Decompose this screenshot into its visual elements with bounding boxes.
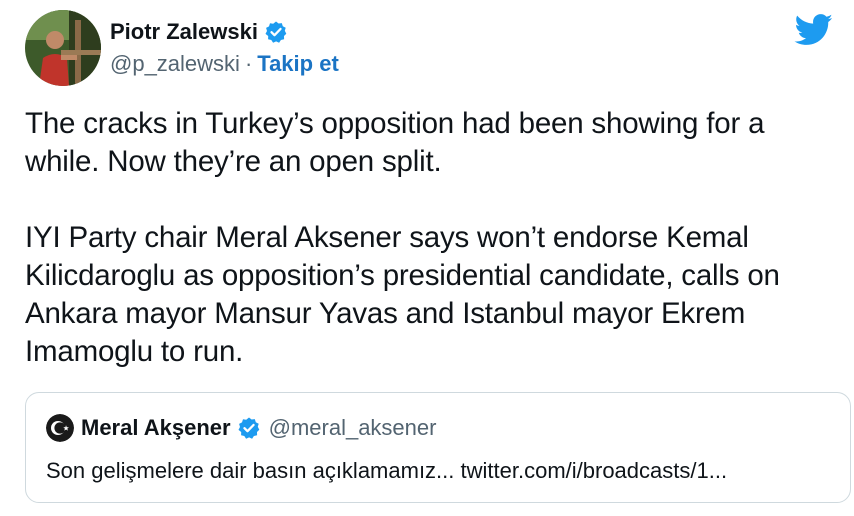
avatar[interactable]: [25, 10, 101, 86]
quoted-avatar: [46, 414, 74, 442]
author-handle[interactable]: @p_zalewski: [110, 51, 240, 77]
tweet-header: Piotr Zalewski @p_zalewski · Takip et: [25, 10, 339, 86]
name-row: Piotr Zalewski: [110, 17, 339, 47]
quoted-author-handle: @meral_aksener: [268, 415, 437, 440]
author-name[interactable]: Piotr Zalewski: [110, 19, 258, 45]
author-block: Piotr Zalewski @p_zalewski · Takip et: [110, 17, 339, 79]
verified-badge-icon: [264, 20, 288, 44]
quoted-header: Meral Akşener @meral_aksener: [46, 413, 436, 443]
tweet-card: Piotr Zalewski @p_zalewski · Takip et Th…: [0, 0, 854, 516]
separator-dot: ·: [244, 51, 253, 76]
tweet-text: The cracks in Turkey’s opposition had be…: [25, 105, 845, 371]
tweet-paragraph: IYI Party chair Meral Aksener says won’t…: [25, 221, 780, 368]
quoted-author-name: Meral Akşener: [81, 415, 231, 440]
twitter-bird-icon[interactable]: [794, 14, 834, 46]
meta-row: @p_zalewski · Takip et: [110, 49, 339, 79]
tweet-paragraph: The cracks in Turkey’s opposition had be…: [25, 107, 765, 178]
follow-button[interactable]: Takip et: [257, 51, 339, 77]
quoted-text: Son gelişmelere dair basın açıklamamız..…: [46, 458, 728, 483]
quoted-tweet[interactable]: Meral Akşener @meral_aksener Son gelişme…: [25, 392, 851, 503]
verified-badge-icon: [237, 416, 261, 440]
